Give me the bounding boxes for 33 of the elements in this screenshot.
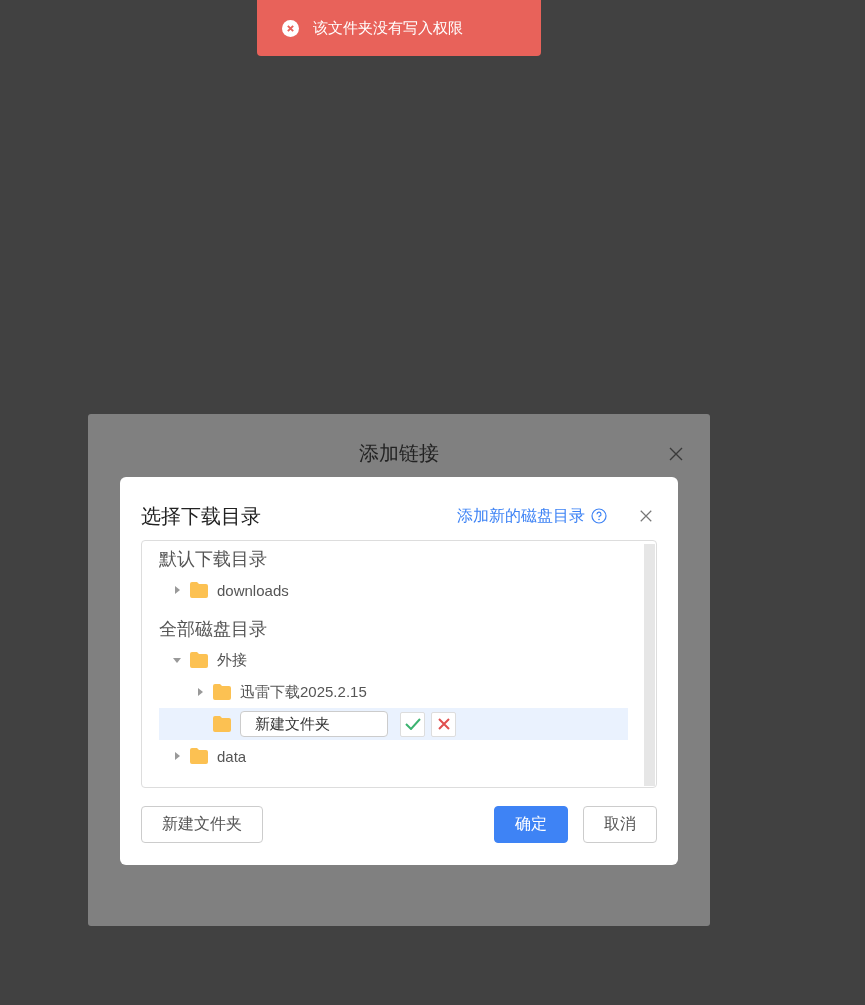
folder-name[interactable]: data — [217, 747, 247, 765]
folder-icon — [189, 581, 209, 599]
folder-icon — [189, 747, 209, 765]
error-icon — [282, 19, 299, 37]
toast-message: 该文件夹没有写入权限 — [313, 18, 463, 38]
confirm-button[interactable] — [400, 711, 425, 737]
close-icon — [437, 718, 450, 730]
caret-icon[interactable] — [196, 688, 204, 696]
action-button[interactable]: 取消 — [583, 806, 657, 843]
folder-icon — [212, 715, 232, 733]
close-icon[interactable] — [668, 446, 684, 462]
cancel-button[interactable] — [431, 711, 456, 737]
section-heading: 默认下载目录 — [159, 548, 268, 571]
add-disk-link[interactable]: 添加新的磁盘目录 — [457, 505, 585, 527]
dialog-title: 添加链接 — [359, 441, 439, 466]
scrollbar[interactable] — [644, 544, 655, 786]
folder-name-field[interactable]: 新建文件夹 — [240, 711, 388, 737]
section-heading: 全部磁盘目录 — [159, 618, 268, 641]
help-icon[interactable] — [591, 508, 607, 524]
folder-icon — [212, 683, 232, 701]
check-icon — [404, 718, 421, 730]
confirm-button[interactable]: 确定 — [494, 806, 568, 843]
selected-row[interactable]: 新建文件夹 — [159, 708, 628, 740]
caret-icon[interactable] — [173, 586, 181, 594]
caret-icon[interactable] — [173, 752, 181, 760]
folder-icon — [189, 651, 209, 669]
close-icon[interactable] — [639, 509, 653, 523]
caret-icon[interactable] — [173, 656, 181, 664]
folder-name[interactable]: 迅雷下载2025.2.15 — [240, 682, 367, 702]
action-button[interactable]: 新建文件夹 — [141, 806, 263, 843]
folder-name[interactable]: 外接 — [217, 650, 247, 670]
folder-name[interactable]: downloads — [217, 581, 289, 599]
dialog-title: 选择下载目录 — [141, 503, 261, 529]
